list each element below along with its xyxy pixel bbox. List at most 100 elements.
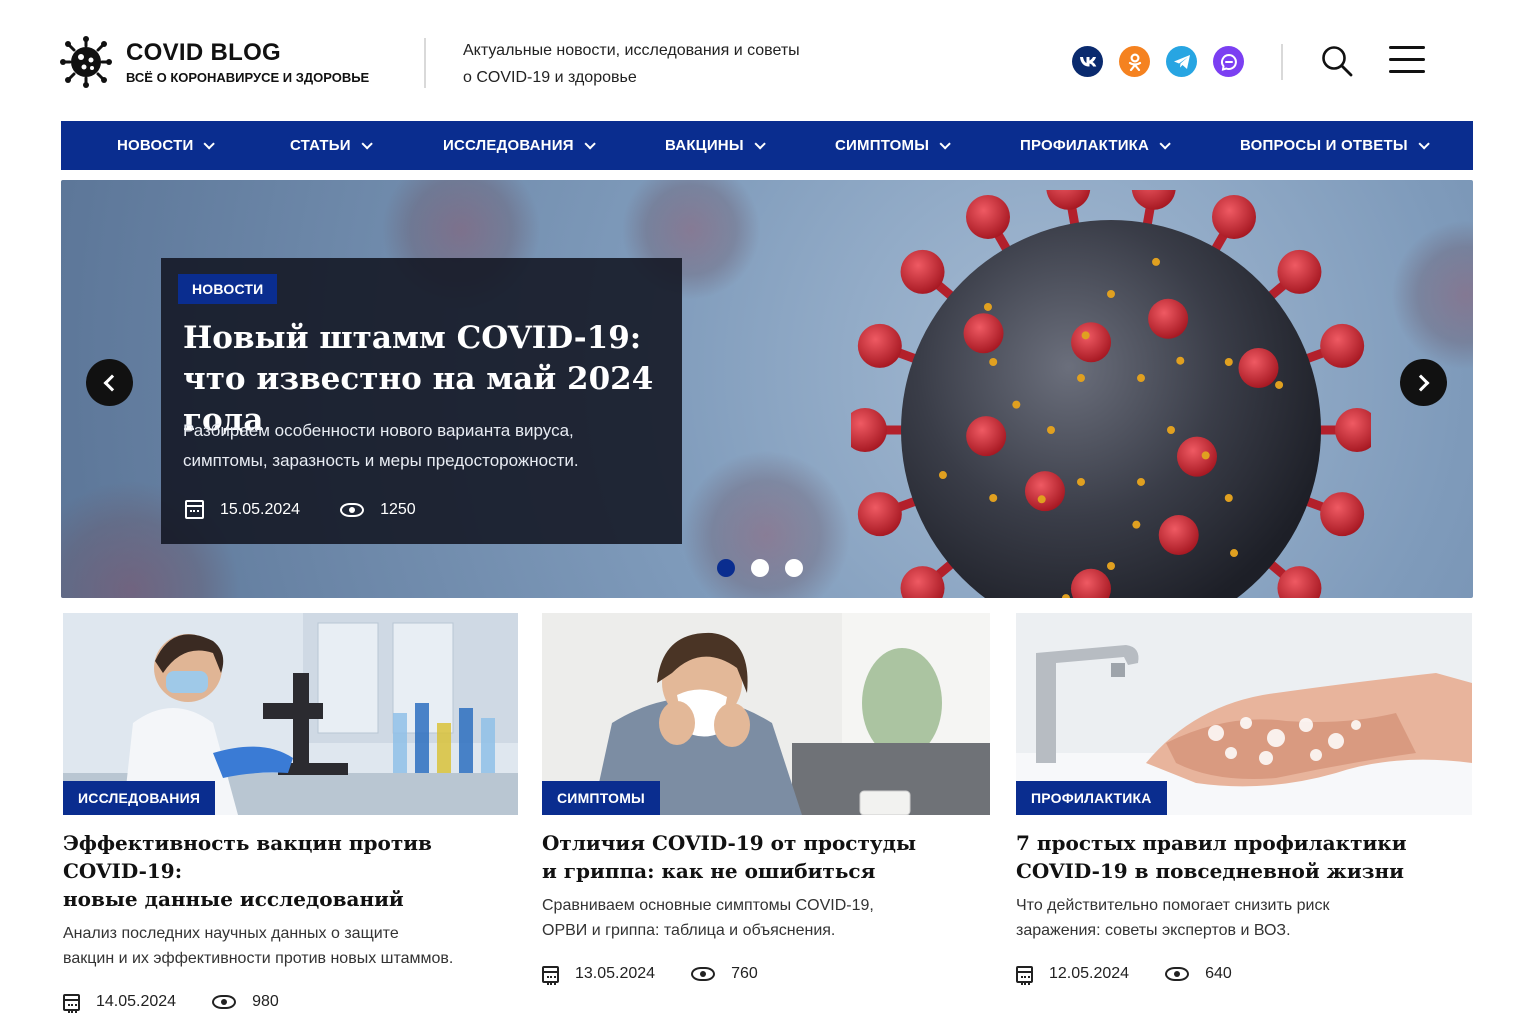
hero-article-panel[interactable]: НОВОСТИ Новый штамм COVID-19: что извест… [161, 258, 682, 544]
nav-item-label: ПРОФИЛАКТИКА [1020, 137, 1150, 154]
hamburger-icon-line [1389, 70, 1425, 73]
nav-item-label: ВОПРОСЫ И ОТВЕТЫ [1240, 137, 1408, 154]
card-title-line-1: Эффективность вакцин против COVID-19: [63, 831, 432, 883]
eye-icon [340, 502, 365, 517]
category-badge[interactable]: ИССЛЕДОВАНИЯ [63, 781, 216, 815]
article-card-description: Анализ последних научных данных о защите… [63, 921, 518, 971]
odnoklassniki-icon[interactable] [1119, 46, 1150, 77]
article-card-meta: 13.05.2024 760 [542, 965, 990, 985]
card-desc-line-2: заражения: советы экспертов и ВОЗ. [1016, 922, 1291, 939]
virus-logo-icon [60, 36, 112, 88]
hamburger-menu-button[interactable] [1389, 46, 1425, 76]
eye-icon [691, 967, 716, 981]
article-card-meta: 12.05.2024 640 [1016, 965, 1472, 985]
hero-article-description: Разбираем особенности нового варианта ви… [183, 416, 653, 476]
category-badge[interactable]: ПРОФИЛАКТИКА [1016, 781, 1167, 815]
slider-pagination [717, 559, 803, 577]
social-divider [1281, 44, 1283, 80]
chevron-down-icon [361, 137, 373, 150]
article-card-image[interactable]: ИССЛЕДОВАНИЯ [63, 613, 518, 815]
card-title-line-2: новые данные исследований [63, 887, 404, 911]
coronavirus-hero-image [851, 190, 1371, 598]
article-card-description: Сравниваем основные симптомы COVID-19, О… [542, 893, 990, 943]
calendar-icon [542, 965, 559, 985]
tagline-line-2: о COVID-19 и здоровье [463, 69, 637, 86]
chevron-right-icon [1412, 374, 1430, 391]
category-badge[interactable]: НОВОСТИ [178, 274, 278, 304]
logo-title: COVID BLOG [126, 38, 282, 66]
card-title-line-2: и гриппа: как не ошибиться [542, 859, 876, 883]
card-desc-line-1: Сравниваем основные симптомы COVID-19, [542, 897, 874, 914]
article-views: 1250 [380, 500, 416, 518]
article-card[interactable]: ПРОФИЛАКТИКА 7 простых правил профилакти… [1016, 613, 1472, 985]
background-virus-image [1391, 220, 1473, 370]
nav-item-label: НОВОСТИ [117, 137, 194, 154]
hero-title-line-1: Новый штамм COVID-19: [183, 320, 642, 356]
nav-item-symptoms[interactable]: СИМПТОМЫ [835, 121, 951, 170]
nav-item-vaccines[interactable]: ВАКЦИНЫ [665, 121, 766, 170]
article-card-title[interactable]: Отличия COVID-19 от простуды и гриппа: к… [542, 829, 990, 885]
hamburger-icon-line [1389, 46, 1425, 49]
calendar-icon [1016, 965, 1033, 985]
nav-item-prevention[interactable]: ПРОФИЛАКТИКА [1020, 121, 1171, 170]
card-title-line-1: 7 простых правил профилактики [1016, 831, 1407, 855]
slider-prev-button[interactable] [86, 359, 133, 406]
slider-dot[interactable] [751, 559, 769, 577]
nav-item-articles[interactable]: СТАТЬИ [290, 121, 373, 170]
nav-item-faq[interactable]: ВОПРОСЫ И ОТВЕТЫ [1240, 121, 1430, 170]
card-title-line-1: Отличия COVID-19 от простуды [542, 831, 917, 855]
vk-icon[interactable] [1072, 46, 1103, 77]
nav-item-research[interactable]: ИССЛЕДОВАНИЯ [443, 121, 596, 170]
chevron-down-icon [1418, 137, 1430, 150]
site-tagline: Актуальные новости, исследования и совет… [463, 37, 883, 91]
card-title-line-2: COVID-19 в повседневной жизни [1016, 859, 1404, 883]
article-card[interactable]: ИССЛЕДОВАНИЯ Эффективность вакцин против… [63, 613, 518, 1013]
chevron-down-icon [1159, 137, 1171, 150]
card-desc-line-1: Что действительно помогает снизить риск [1016, 897, 1330, 914]
chevron-down-icon [584, 137, 596, 150]
hero-desc-line-2: симптомы, заразность и меры предосторожн… [183, 451, 579, 470]
hero-article-meta: 15.05.2024 1250 [185, 500, 416, 519]
article-date: 12.05.2024 [1049, 965, 1130, 982]
calendar-icon [185, 500, 204, 519]
category-badge[interactable]: СИМПТОМЫ [542, 781, 660, 815]
nav-item-label: СИМПТОМЫ [835, 137, 930, 154]
nav-item-news[interactable]: НОВОСТИ [117, 121, 216, 170]
header-divider [424, 38, 426, 88]
telegram-icon[interactable] [1166, 46, 1197, 77]
tagline-line-1: Актуальные новости, исследования и совет… [463, 42, 800, 59]
social-links [1072, 46, 1244, 77]
article-card-title[interactable]: 7 простых правил профилактики COVID-19 в… [1016, 829, 1472, 885]
logo-subtitle: ВСЁ О КОРОНАВИРУСЕ И ЗДОРОВЬЕ [126, 69, 370, 85]
hero-slider: НОВОСТИ Новый штамм COVID-19: что извест… [61, 180, 1473, 598]
article-date: 14.05.2024 [96, 993, 177, 1010]
card-desc-line-2: ОРВИ и гриппа: таблица и объяснения. [542, 922, 836, 939]
article-card-meta: 14.05.2024 980 [63, 993, 518, 1013]
site-header: COVID BLOG ВСЁ О КОРОНАВИРУСЕ И ЗДОРОВЬЕ… [0, 0, 1536, 120]
article-card-image[interactable]: СИМПТОМЫ [542, 613, 990, 815]
chevron-left-icon [103, 374, 121, 391]
article-card[interactable]: СИМПТОМЫ Отличия COVID-19 от простуды и … [542, 613, 990, 985]
chevron-down-icon [203, 137, 216, 150]
nav-item-label: СТАТЬИ [290, 137, 351, 154]
hamburger-icon-line [1389, 58, 1425, 61]
nav-item-label: ВАКЦИНЫ [665, 137, 744, 154]
article-card-title[interactable]: Эффективность вакцин против COVID-19: но… [63, 829, 518, 913]
card-desc-line-2: вакцин и их эффективности против новых ш… [63, 950, 454, 967]
eye-icon [212, 995, 237, 1009]
search-button[interactable] [1320, 44, 1354, 78]
main-navigation: НОВОСТИ СТАТЬИ ИССЛЕДОВАНИЯ ВАКЦИНЫ СИМП… [61, 121, 1473, 170]
article-date: 15.05.2024 [220, 500, 301, 518]
slider-dot[interactable] [785, 559, 803, 577]
slider-next-button[interactable] [1400, 359, 1447, 406]
site-logo[interactable]: COVID BLOG ВСЁ О КОРОНАВИРУСЕ И ЗДОРОВЬЕ [60, 36, 369, 88]
slider-dot[interactable] [717, 559, 735, 577]
article-views: 760 [731, 965, 758, 982]
article-card-description: Что действительно помогает снизить риск … [1016, 893, 1472, 943]
article-date: 13.05.2024 [575, 965, 656, 982]
chevron-down-icon [939, 137, 951, 150]
card-desc-line-1: Анализ последних научных данных о защите [63, 925, 399, 942]
hero-desc-line-1: Разбираем особенности нового варианта ви… [183, 421, 574, 440]
viber-icon[interactable] [1213, 46, 1244, 77]
article-card-image[interactable]: ПРОФИЛАКТИКА [1016, 613, 1472, 815]
